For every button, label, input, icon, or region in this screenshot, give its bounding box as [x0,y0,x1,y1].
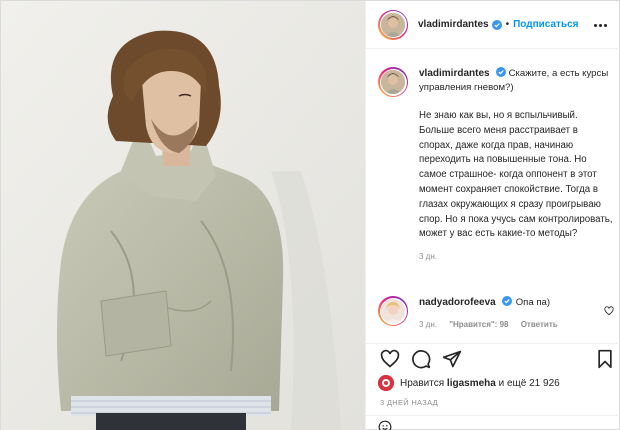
caption-meta: 3 дн. [419,250,614,264]
verified-badge-icon [491,19,502,30]
likes-suffix[interactable]: и ещё 21 926 [499,378,560,389]
comment-text: Опа па) [515,297,551,308]
share-icon[interactable] [442,349,462,369]
bookmark-icon[interactable] [595,349,615,369]
caption-row: vladimirdantes Скажите, а есть курсы упра… [378,67,614,264]
more-options-icon[interactable] [592,17,608,33]
caption-author-avatar[interactable] [378,67,408,97]
heart-icon[interactable] [604,306,614,316]
likes-prefix: Нравится [400,377,445,389]
comment-row: nadyadorofeeva Опа па) 3 дн. "Нравится": … [378,296,614,332]
emoji-icon[interactable] [378,420,392,430]
comment-age: 3 дн. [419,320,437,329]
liker-avatar [378,375,394,391]
post-photo[interactable] [1,1,365,430]
likes-summary[interactable]: Нравится ligasmeha и ещё 21 926 [378,375,560,391]
heart-icon[interactable] [380,349,400,369]
post-header: vladimirdantes • Подписаться [366,1,620,49]
post-timestamp[interactable]: 3 ДНЕЙ НАЗАД [380,398,438,407]
post-side-panel: vladimirdantes • Подписаться vladimirdan… [365,1,620,430]
commenter-avatar[interactable] [378,296,408,326]
caption-age: 3 дн. [419,252,437,262]
caption-body: vladimirdantes Скажите, а есть курсы упра… [419,67,614,264]
caption-text: Не знаю как вы, но я вспыльчивый. Больше… [419,110,613,240]
post-window: vladimirdantes • Подписаться vladimirdan… [0,0,620,430]
reply-button[interactable]: Ответить [521,320,558,329]
comments-list[interactable]: vladimirdantes Скажите, а есть курсы упра… [366,49,620,343]
follow-button[interactable]: Подписаться [513,19,578,30]
comment-icon[interactable] [411,349,431,369]
comment-meta: 3 дн. "Нравится": 98 Ответить [419,318,614,332]
comment-body: nadyadorofeeva Опа па) 3 дн. "Нравится": … [419,296,614,332]
separator-dot: • [505,19,510,30]
add-comment-bar [366,415,620,430]
verified-badge-icon [495,67,506,77]
liker-username[interactable]: ligasmeha [447,378,496,389]
author-avatar[interactable] [378,9,408,40]
man-in-jacket-photo [1,1,365,430]
comment-likes[interactable]: "Нравится": 98 [449,320,508,329]
verified-badge-icon [501,296,512,306]
caption-author[interactable]: vladimirdantes [419,68,490,79]
author-username[interactable]: vladimirdantes [418,19,489,30]
commenter-username[interactable]: nadyadorofeeva [419,297,496,308]
action-bar [366,343,620,371]
